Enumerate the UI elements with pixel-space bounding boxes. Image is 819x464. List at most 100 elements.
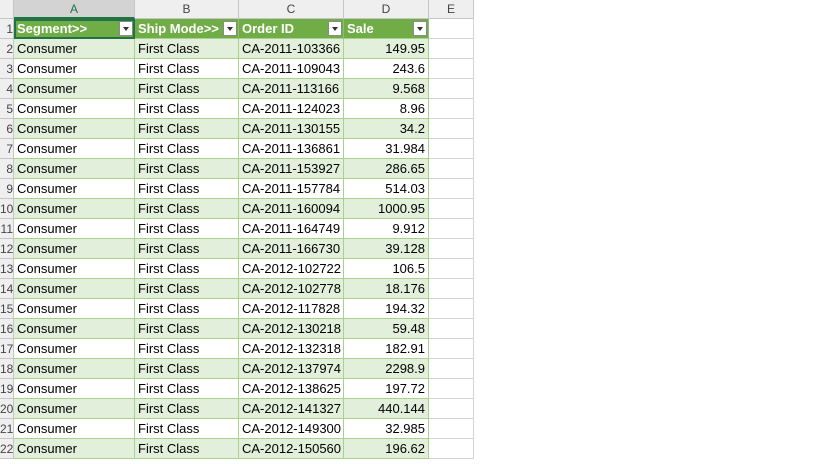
- data-cell-ship-mode[interactable]: First Class: [135, 379, 239, 399]
- row-header[interactable]: 20: [0, 399, 14, 419]
- data-cell-sale[interactable]: 9.568: [344, 79, 429, 99]
- data-cell-segment[interactable]: Consumer: [14, 179, 135, 199]
- data-cell-segment[interactable]: Consumer: [14, 199, 135, 219]
- empty-cell[interactable]: [429, 239, 474, 259]
- empty-cell[interactable]: [429, 319, 474, 339]
- data-cell-ship-mode[interactable]: First Class: [135, 139, 239, 159]
- data-cell-sale[interactable]: 2298.9: [344, 359, 429, 379]
- data-cell-ship-mode[interactable]: First Class: [135, 239, 239, 259]
- data-cell-segment[interactable]: Consumer: [14, 159, 135, 179]
- empty-cell[interactable]: [429, 159, 474, 179]
- filter-dropdown-icon[interactable]: [119, 21, 133, 36]
- data-cell-ship-mode[interactable]: First Class: [135, 79, 239, 99]
- data-cell-order-id[interactable]: CA-2012-117828: [239, 299, 344, 319]
- empty-cell[interactable]: [429, 119, 474, 139]
- data-cell-ship-mode[interactable]: First Class: [135, 199, 239, 219]
- data-cell-sale[interactable]: 243.6: [344, 59, 429, 79]
- row-header[interactable]: 8: [0, 159, 14, 179]
- column-header-c[interactable]: C: [239, 0, 344, 19]
- row-header[interactable]: 2: [0, 39, 14, 59]
- data-cell-segment[interactable]: Consumer: [14, 419, 135, 439]
- data-cell-order-id[interactable]: CA-2011-136861: [239, 139, 344, 159]
- empty-cell[interactable]: [429, 439, 474, 459]
- data-cell-order-id[interactable]: CA-2011-109043: [239, 59, 344, 79]
- data-cell-sale[interactable]: 8.96: [344, 99, 429, 119]
- data-cell-segment[interactable]: Consumer: [14, 219, 135, 239]
- empty-cell[interactable]: [429, 79, 474, 99]
- empty-cell[interactable]: [429, 59, 474, 79]
- row-header[interactable]: 22: [0, 439, 14, 459]
- empty-cell[interactable]: [429, 419, 474, 439]
- data-cell-order-id[interactable]: CA-2012-102778: [239, 279, 344, 299]
- data-cell-sale[interactable]: 182.91: [344, 339, 429, 359]
- empty-cell[interactable]: [429, 199, 474, 219]
- data-cell-sale[interactable]: 514.03: [344, 179, 429, 199]
- data-cell-sale[interactable]: 18.176: [344, 279, 429, 299]
- data-cell-sale[interactable]: 32.985: [344, 419, 429, 439]
- filter-dropdown-icon[interactable]: [413, 21, 427, 36]
- data-cell-sale[interactable]: 286.65: [344, 159, 429, 179]
- row-header[interactable]: 3: [0, 59, 14, 79]
- row-header[interactable]: 5: [0, 99, 14, 119]
- row-header[interactable]: 13: [0, 259, 14, 279]
- data-cell-ship-mode[interactable]: First Class: [135, 419, 239, 439]
- data-cell-segment[interactable]: Consumer: [14, 279, 135, 299]
- data-cell-order-id[interactable]: CA-2011-157784: [239, 179, 344, 199]
- header-cell-order-id[interactable]: Order ID: [239, 19, 344, 39]
- header-cell-sale[interactable]: Sale: [344, 19, 429, 39]
- data-cell-segment[interactable]: Consumer: [14, 79, 135, 99]
- row-header[interactable]: 6: [0, 119, 14, 139]
- select-all-corner[interactable]: [0, 0, 14, 19]
- data-cell-sale[interactable]: 1000.95: [344, 199, 429, 219]
- data-cell-order-id[interactable]: CA-2012-132318: [239, 339, 344, 359]
- data-cell-ship-mode[interactable]: First Class: [135, 99, 239, 119]
- data-cell-ship-mode[interactable]: First Class: [135, 399, 239, 419]
- data-cell-sale[interactable]: 197.72: [344, 379, 429, 399]
- data-cell-ship-mode[interactable]: First Class: [135, 179, 239, 199]
- row-header[interactable]: 10: [0, 199, 14, 219]
- empty-cell[interactable]: [429, 299, 474, 319]
- data-cell-order-id[interactable]: CA-2011-103366: [239, 39, 344, 59]
- data-cell-order-id[interactable]: CA-2011-130155: [239, 119, 344, 139]
- empty-cell[interactable]: [429, 359, 474, 379]
- data-cell-segment[interactable]: Consumer: [14, 99, 135, 119]
- filter-dropdown-icon[interactable]: [328, 21, 342, 36]
- row-header[interactable]: 17: [0, 339, 14, 359]
- data-cell-sale[interactable]: 59.48: [344, 319, 429, 339]
- data-cell-ship-mode[interactable]: First Class: [135, 159, 239, 179]
- row-header[interactable]: 1: [0, 19, 14, 39]
- data-cell-segment[interactable]: Consumer: [14, 439, 135, 459]
- data-cell-order-id[interactable]: CA-2011-160094: [239, 199, 344, 219]
- data-cell-sale[interactable]: 9.912: [344, 219, 429, 239]
- data-cell-segment[interactable]: Consumer: [14, 59, 135, 79]
- row-header[interactable]: 4: [0, 79, 14, 99]
- data-cell-segment[interactable]: Consumer: [14, 379, 135, 399]
- data-cell-order-id[interactable]: CA-2012-150560: [239, 439, 344, 459]
- data-cell-segment[interactable]: Consumer: [14, 319, 135, 339]
- data-cell-segment[interactable]: Consumer: [14, 39, 135, 59]
- data-cell-ship-mode[interactable]: First Class: [135, 259, 239, 279]
- data-cell-sale[interactable]: 440.144: [344, 399, 429, 419]
- data-cell-segment[interactable]: Consumer: [14, 339, 135, 359]
- empty-cell[interactable]: [429, 139, 474, 159]
- data-cell-order-id[interactable]: CA-2011-113166: [239, 79, 344, 99]
- data-cell-segment[interactable]: Consumer: [14, 299, 135, 319]
- data-cell-sale[interactable]: 31.984: [344, 139, 429, 159]
- empty-cell[interactable]: [429, 339, 474, 359]
- data-cell-sale[interactable]: 34.2: [344, 119, 429, 139]
- data-cell-segment[interactable]: Consumer: [14, 239, 135, 259]
- row-header[interactable]: 9: [0, 179, 14, 199]
- row-header[interactable]: 12: [0, 239, 14, 259]
- data-cell-ship-mode[interactable]: First Class: [135, 339, 239, 359]
- row-header[interactable]: 16: [0, 319, 14, 339]
- column-header-a[interactable]: A: [14, 0, 135, 19]
- data-cell-sale[interactable]: 194.32: [344, 299, 429, 319]
- data-cell-segment[interactable]: Consumer: [14, 359, 135, 379]
- data-cell-segment[interactable]: Consumer: [14, 399, 135, 419]
- row-header[interactable]: 19: [0, 379, 14, 399]
- data-cell-order-id[interactable]: CA-2012-149300: [239, 419, 344, 439]
- header-cell-ship-mode[interactable]: Ship Mode>>: [135, 19, 239, 39]
- empty-cell[interactable]: [429, 379, 474, 399]
- data-cell-sale[interactable]: 106.5: [344, 259, 429, 279]
- header-cell-segment[interactable]: Segment>>: [14, 19, 135, 39]
